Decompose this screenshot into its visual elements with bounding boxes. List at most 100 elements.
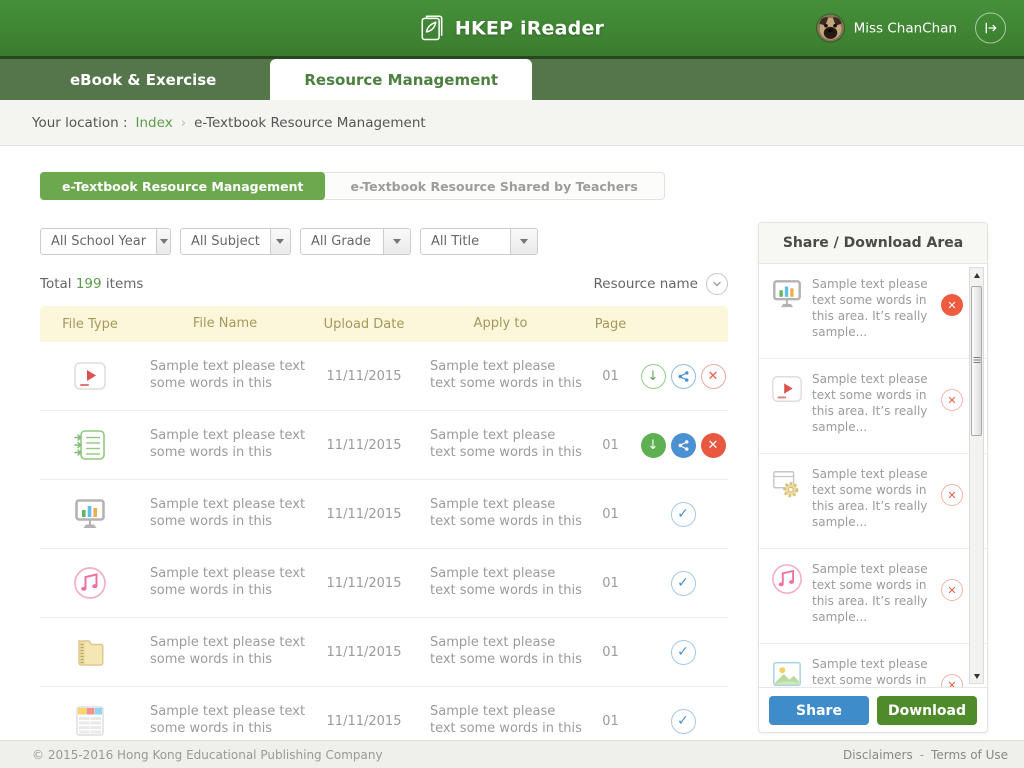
- selected-check-button[interactable]: ✓: [671, 571, 696, 596]
- page-number: 01: [583, 576, 638, 591]
- selected-check-button[interactable]: ✓: [671, 640, 696, 665]
- page-number: 01: [583, 714, 638, 729]
- table-row: Sample text please text some words in th…: [40, 687, 728, 740]
- logout-button[interactable]: [975, 13, 1006, 44]
- school-year-select[interactable]: All School Year: [40, 228, 171, 255]
- table-row: Sample text please text some words in th…: [40, 411, 728, 480]
- share-button[interactable]: [671, 364, 696, 389]
- sort-dropdown[interactable]: Resource name: [594, 273, 729, 295]
- file-name: Sample text please text some words in th…: [140, 359, 310, 393]
- panel-scrollbar[interactable]: [969, 267, 984, 684]
- title-select[interactable]: All Title: [420, 228, 538, 255]
- list-item: Sample text please text some words in th…: [759, 549, 987, 644]
- breadcrumb-index-link[interactable]: Index: [136, 115, 173, 131]
- user-area: Miss ChanChan: [817, 13, 1006, 44]
- panel-item-list: Sample text please text some words in th…: [759, 264, 987, 687]
- remove-item-button[interactable]: ✕: [941, 484, 963, 506]
- scrollbar-thumb[interactable]: [971, 286, 982, 436]
- user-name: Miss ChanChan: [854, 20, 957, 36]
- resource-table: File Type File Name Upload Date Apply to…: [40, 306, 728, 740]
- tab-etextbook-resource-management[interactable]: e-Textbook Resource Management: [40, 172, 325, 200]
- upload-date: 11/11/2015: [310, 576, 418, 591]
- delete-button[interactable]: ✕: [701, 364, 726, 389]
- file-name: Sample text please text some words in th…: [140, 428, 310, 462]
- download-button[interactable]: Download: [877, 696, 977, 725]
- delete-button[interactable]: ✕: [701, 433, 726, 458]
- audio-file-icon: [771, 563, 803, 595]
- share-icon: [677, 439, 690, 452]
- list-item: Sample text please text some words in th…: [759, 644, 987, 687]
- presentation-file-icon: [73, 497, 107, 531]
- share-button[interactable]: [671, 433, 696, 458]
- list-item: Sample text please text some words in th…: [759, 359, 987, 454]
- subject-value: All Subject: [181, 234, 270, 249]
- items-count: 199: [76, 276, 102, 292]
- share-button[interactable]: Share: [769, 696, 869, 725]
- item-text: Sample text please text some words in th…: [812, 656, 935, 687]
- item-text: Sample text please text some words in th…: [812, 371, 935, 435]
- item-text: Sample text please text some words in th…: [812, 561, 935, 625]
- download-button[interactable]: ↓: [641, 364, 666, 389]
- table-row: Sample text please text some words in th…: [40, 342, 728, 411]
- summary-row: Total 199 items Resource name: [40, 270, 728, 298]
- scroll-up-button[interactable]: [970, 268, 983, 282]
- hkep-ireader-app: HKEP iReader Miss ChanChan eBook & Exerc…: [0, 0, 1024, 768]
- apply-to: Sample text please text some words in th…: [418, 428, 583, 462]
- page-tabs: e-Textbook Resource Management e-Textboo…: [40, 146, 728, 200]
- upload-date: 11/11/2015: [310, 645, 418, 660]
- upload-date: 11/11/2015: [310, 369, 418, 384]
- table-row: Sample text please text some words in th…: [40, 549, 728, 618]
- page-footer: © 2015-2016 Hong Kong Educational Publis…: [0, 740, 1024, 768]
- total-items-count: Total 199 items: [40, 276, 143, 292]
- remove-item-button[interactable]: ✕: [941, 389, 963, 411]
- chevron-down-icon: [270, 229, 290, 254]
- tab-resource-management[interactable]: Resource Management: [270, 59, 532, 100]
- apply-to: Sample text please text some words in th…: [418, 635, 583, 669]
- share-icon: [677, 370, 690, 383]
- school-year-value: All School Year: [41, 234, 156, 249]
- subject-select[interactable]: All Subject: [180, 228, 291, 255]
- download-button[interactable]: ↓: [641, 433, 666, 458]
- column-header-upload-date: Upload Date: [310, 317, 418, 332]
- upload-date: 11/11/2015: [310, 507, 418, 522]
- scroll-down-button[interactable]: [970, 669, 983, 683]
- user-avatar[interactable]: [817, 15, 844, 42]
- remove-item-button[interactable]: ✕: [941, 579, 963, 601]
- page-number: 01: [583, 369, 638, 384]
- breadcrumb-separator: ›: [181, 115, 186, 131]
- worksheet-file-icon: [73, 428, 107, 462]
- copyright-text: © 2015-2016 Hong Kong Educational Publis…: [32, 748, 383, 762]
- settings-file-icon: [771, 468, 803, 500]
- remove-item-button[interactable]: ✕: [941, 674, 963, 687]
- video-file-icon: [771, 373, 803, 405]
- breadcrumb-label: Your location :: [32, 115, 128, 131]
- table-row: Sample text please text some words in th…: [40, 618, 728, 687]
- upload-date: 11/11/2015: [310, 438, 418, 453]
- disclaimers-link[interactable]: Disclaimers: [843, 748, 913, 762]
- file-name: Sample text please text some words in th…: [140, 635, 310, 669]
- notebook-file-icon: [73, 635, 107, 669]
- spreadsheet-file-icon: [73, 704, 107, 738]
- page-number: 01: [583, 438, 638, 453]
- chevron-down-icon: [156, 229, 170, 254]
- footer-link-separator: -: [920, 748, 924, 762]
- book-leaf-logo-icon: [420, 14, 445, 43]
- chevron-down-icon: [510, 229, 537, 254]
- filter-bar: All School Year All Subject All Grade Al…: [40, 228, 728, 255]
- grade-value: All Grade: [301, 234, 383, 249]
- selected-check-button[interactable]: ✓: [671, 502, 696, 527]
- column-header-file-name: File Name: [140, 316, 310, 333]
- panel-title: Share / Download Area: [759, 223, 987, 264]
- terms-of-use-link[interactable]: Terms of Use: [931, 748, 1008, 762]
- list-item: Sample text please text some words in th…: [759, 264, 987, 359]
- grade-select[interactable]: All Grade: [300, 228, 411, 255]
- tab-etextbook-resource-shared-by-teachers[interactable]: e-Textbook Resource Shared by Teachers: [317, 172, 664, 200]
- audio-file-icon: [73, 566, 107, 600]
- breadcrumb: Your location : Index › e-Textbook Resou…: [0, 100, 1024, 146]
- selected-check-button[interactable]: ✓: [671, 709, 696, 734]
- app-logo: HKEP iReader: [420, 14, 604, 43]
- video-file-icon: [73, 359, 107, 393]
- table-header-row: File Type File Name Upload Date Apply to…: [40, 306, 728, 342]
- tab-ebook-exercise[interactable]: eBook & Exercise: [44, 59, 242, 100]
- remove-item-button[interactable]: ✕: [941, 294, 963, 316]
